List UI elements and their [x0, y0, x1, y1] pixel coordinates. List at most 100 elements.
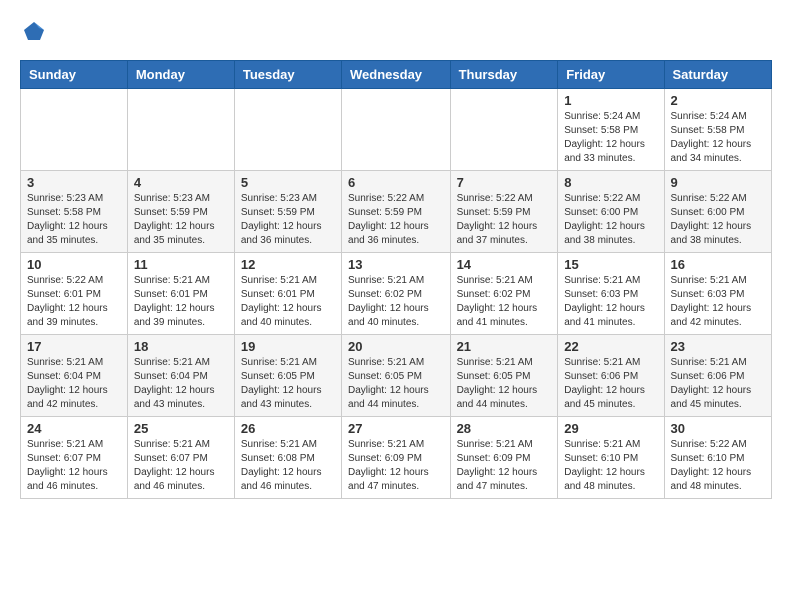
calendar-cell: 9Sunrise: 5:22 AM Sunset: 6:00 PM Daylig…: [664, 171, 771, 253]
day-number: 5: [241, 175, 335, 190]
day-info: Sunrise: 5:21 AM Sunset: 6:04 PM Dayligh…: [134, 356, 228, 412]
calendar-cell: 21Sunrise: 5:21 AM Sunset: 6:05 PM Dayli…: [450, 335, 558, 417]
logo-icon: [22, 20, 46, 44]
day-number: 15: [564, 257, 657, 272]
calendar-cell: 17 Sunrise: 5:21 AM Sunset: 6:04 PM Dayli…: [21, 335, 128, 417]
day-info: Sunrise: 5:21 AM Sunset: 6:07 PM Dayligh…: [27, 438, 121, 494]
calendar-cell: 16Sunrise: 5:21 AM Sunset: 6:03 PM Dayli…: [664, 253, 771, 335]
day-number: 25: [134, 421, 228, 436]
day-number: 13: [348, 257, 444, 272]
calendar-cell: 1 Sunrise: 5:24 AM Sunset: 5:58 PM Daylig…: [558, 89, 664, 171]
calendar-cell: 11 Sunrise: 5:21 AM Sunset: 6:01 PM Dayli…: [127, 253, 234, 335]
day-number: 8: [564, 175, 657, 190]
day-number: 18: [134, 339, 228, 354]
calendar-cell: [234, 89, 341, 171]
day-info: Sunrise: 5:21 AM Sunset: 6:09 PM Dayligh…: [348, 438, 444, 494]
day-info: Sunrise: 5:24 AM Sunset: 5:58 PM Dayligh…: [564, 110, 657, 166]
day-number: 21: [457, 339, 552, 354]
weekday-header-monday: Monday: [127, 61, 234, 89]
day-number: 28: [457, 421, 552, 436]
day-info: Sunrise: 5:21 AM Sunset: 6:01 PM Dayligh…: [134, 274, 228, 330]
day-number: 10: [27, 257, 121, 272]
day-info: Sunrise: 5:21 AM Sunset: 6:03 PM Dayligh…: [564, 274, 657, 330]
logo: [20, 20, 46, 44]
calendar-cell: 24 Sunrise: 5:21 AM Sunset: 6:07 PM Dayli…: [21, 417, 128, 499]
calendar-cell: 28 Sunrise: 5:21 AM Sunset: 6:09 PM Dayli…: [450, 417, 558, 499]
day-info: Sunrise: 5:21 AM Sunset: 6:09 PM Dayligh…: [457, 438, 552, 494]
weekday-header-sunday: Sunday: [21, 61, 128, 89]
day-number: 27: [348, 421, 444, 436]
weekday-header-wednesday: Wednesday: [342, 61, 451, 89]
calendar-cell: 22 Sunrise: 5:21 AM Sunset: 6:06 PM Dayli…: [558, 335, 664, 417]
calendar-cell: 27 Sunrise: 5:21 AM Sunset: 6:09 PM Dayli…: [342, 417, 451, 499]
day-info: Sunrise: 5:21 AM Sunset: 6:02 PM Dayligh…: [457, 274, 552, 330]
day-number: 19: [241, 339, 335, 354]
day-info: Sunrise: 5:21 AM Sunset: 6:04 PM Dayligh…: [27, 356, 121, 412]
day-info: Sunrise: 5:21 AM Sunset: 6:08 PM Dayligh…: [241, 438, 335, 494]
day-info: Sunrise: 5:24 AM Sunset: 5:58 PM Dayligh…: [671, 110, 765, 166]
day-number: 7: [457, 175, 552, 190]
calendar-cell: 30 Sunrise: 5:22 AM Sunset: 6:10 PM Dayli…: [664, 417, 771, 499]
day-info: Sunrise: 5:21 AM Sunset: 6:01 PM Dayligh…: [241, 274, 335, 330]
day-info: Sunrise: 5:23 AM Sunset: 5:58 PM Dayligh…: [27, 192, 121, 248]
calendar-cell: 13 Sunrise: 5:21 AM Sunset: 6:02 PM Dayli…: [342, 253, 451, 335]
calendar-table: SundayMondayTuesdayWednesdayThursdayFrid…: [20, 60, 772, 499]
day-number: 2: [671, 93, 765, 108]
day-number: 14: [457, 257, 552, 272]
day-info: Sunrise: 5:22 AM Sunset: 5:59 PM Dayligh…: [348, 192, 444, 248]
weekday-header-saturday: Saturday: [664, 61, 771, 89]
calendar-cell: 23 Sunrise: 5:21 AM Sunset: 6:06 PM Dayli…: [664, 335, 771, 417]
day-number: 1: [564, 93, 657, 108]
day-info: Sunrise: 5:21 AM Sunset: 6:05 PM Dayligh…: [241, 356, 335, 412]
calendar-cell: 14 Sunrise: 5:21 AM Sunset: 6:02 PM Dayli…: [450, 253, 558, 335]
calendar-cell: 20 Sunrise: 5:21 AM Sunset: 6:05 PM Dayli…: [342, 335, 451, 417]
calendar-cell: 7 Sunrise: 5:22 AM Sunset: 5:59 PM Daylig…: [450, 171, 558, 253]
day-number: 11: [134, 257, 228, 272]
day-number: 4: [134, 175, 228, 190]
day-number: 22: [564, 339, 657, 354]
day-number: 23: [671, 339, 765, 354]
day-info: Sunrise: 5:22 AM Sunset: 6:10 PM Dayligh…: [671, 438, 765, 494]
day-info: Sunrise: 5:23 AM Sunset: 5:59 PM Dayligh…: [241, 192, 335, 248]
calendar-cell: 25Sunrise: 5:21 AM Sunset: 6:07 PM Dayli…: [127, 417, 234, 499]
weekday-header-thursday: Thursday: [450, 61, 558, 89]
calendar-cell: 15 Sunrise: 5:21 AM Sunset: 6:03 PM Dayli…: [558, 253, 664, 335]
day-number: 3: [27, 175, 121, 190]
calendar-cell: 4 Sunrise: 5:23 AM Sunset: 5:59 PM Daylig…: [127, 171, 234, 253]
day-number: 24: [27, 421, 121, 436]
calendar-cell: 19 Sunrise: 5:21 AM Sunset: 6:05 PM Dayli…: [234, 335, 341, 417]
day-info: Sunrise: 5:22 AM Sunset: 6:00 PM Dayligh…: [564, 192, 657, 248]
calendar-cell: 18 Sunrise: 5:21 AM Sunset: 6:04 PM Dayli…: [127, 335, 234, 417]
day-number: 17: [27, 339, 121, 354]
day-info: Sunrise: 5:21 AM Sunset: 6:02 PM Dayligh…: [348, 274, 444, 330]
day-info: Sunrise: 5:21 AM Sunset: 6:06 PM Dayligh…: [564, 356, 657, 412]
page-header: [20, 20, 772, 44]
calendar-cell: 10 Sunrise: 5:22 AM Sunset: 6:01 PM Dayli…: [21, 253, 128, 335]
day-info: Sunrise: 5:22 AM Sunset: 6:00 PM Dayligh…: [671, 192, 765, 248]
day-info: Sunrise: 5:23 AM Sunset: 5:59 PM Dayligh…: [134, 192, 228, 248]
calendar-cell: [450, 89, 558, 171]
calendar-cell: 29 Sunrise: 5:21 AM Sunset: 6:10 PM Dayli…: [558, 417, 664, 499]
calendar-cell: [342, 89, 451, 171]
calendar-cell: 12 Sunrise: 5:21 AM Sunset: 6:01 PM Dayli…: [234, 253, 341, 335]
calendar-cell: 8 Sunrise: 5:22 AM Sunset: 6:00 PM Daylig…: [558, 171, 664, 253]
calendar-cell: 2 Sunrise: 5:24 AM Sunset: 5:58 PM Daylig…: [664, 89, 771, 171]
day-number: 29: [564, 421, 657, 436]
day-number: 12: [241, 257, 335, 272]
day-number: 6: [348, 175, 444, 190]
calendar-cell: [21, 89, 128, 171]
day-number: 30: [671, 421, 765, 436]
day-info: Sunrise: 5:22 AM Sunset: 5:59 PM Dayligh…: [457, 192, 552, 248]
day-info: Sunrise: 5:21 AM Sunset: 6:05 PM Dayligh…: [348, 356, 444, 412]
weekday-header-friday: Friday: [558, 61, 664, 89]
calendar-cell: 6 Sunrise: 5:22 AM Sunset: 5:59 PM Daylig…: [342, 171, 451, 253]
day-info: Sunrise: 5:22 AM Sunset: 6:01 PM Dayligh…: [27, 274, 121, 330]
day-info: Sunrise: 5:21 AM Sunset: 6:06 PM Dayligh…: [671, 356, 765, 412]
calendar-cell: [127, 89, 234, 171]
day-number: 20: [348, 339, 444, 354]
calendar-cell: 26 Sunrise: 5:21 AM Sunset: 6:08 PM Dayli…: [234, 417, 341, 499]
day-number: 16: [671, 257, 765, 272]
calendar-cell: 5 Sunrise: 5:23 AM Sunset: 5:59 PM Daylig…: [234, 171, 341, 253]
day-info: Sunrise: 5:21 AM Sunset: 6:10 PM Dayligh…: [564, 438, 657, 494]
day-number: 26: [241, 421, 335, 436]
